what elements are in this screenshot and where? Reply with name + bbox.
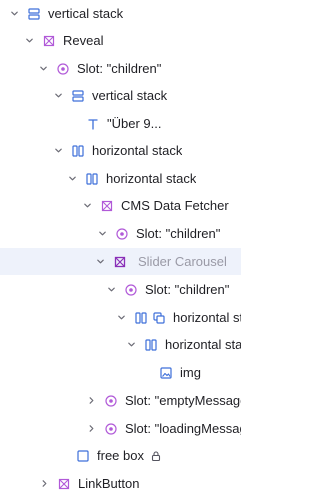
chevron-down-icon[interactable] — [38, 64, 48, 74]
tree-row-slot-children[interactable]: Slot: "children" — [0, 276, 241, 303]
tree-row-label: free box — [97, 448, 144, 463]
tree-row-vertical-stack[interactable]: vertical stack — [0, 82, 241, 109]
chevron-right-icon[interactable] — [86, 424, 96, 434]
lock-icon[interactable] — [150, 450, 162, 462]
slot-icon — [124, 283, 138, 297]
chevron-down-icon[interactable] — [9, 9, 19, 19]
tree-row-label: Slot: "emptyMessage" — [125, 393, 241, 408]
tree-row-free-box[interactable]: free box — [0, 442, 241, 469]
horizontal-stack-icon — [71, 144, 85, 158]
tree-row-vertical-stack[interactable]: vertical stack — [0, 0, 241, 27]
chevron-down-icon[interactable] — [95, 257, 105, 267]
tree-row-label: "Über 9... — [107, 116, 162, 131]
chevron-down-icon[interactable] — [126, 340, 136, 350]
vertical-stack-icon — [71, 89, 85, 103]
tree-row-horizontal-stack[interactable]: horizontal stack — [0, 137, 241, 164]
horizontal-stack-icon — [85, 172, 99, 186]
tree-row-label: Slot: "children" — [145, 282, 230, 297]
tree-row-label: horizontal stack — [92, 143, 183, 158]
component-icon — [100, 199, 114, 213]
tree-row-label: horizontal stack — [106, 171, 197, 186]
tree-row-cms-data-fetcher[interactable]: CMS Data Fetcher — [0, 192, 241, 219]
tree-row-label: vertical stack — [48, 6, 124, 21]
tree-row-text[interactable]: "Über 9... — [0, 110, 241, 137]
chevron-down-icon[interactable] — [106, 285, 116, 295]
chevron-down-icon[interactable] — [67, 174, 77, 184]
component-icon — [113, 255, 127, 269]
slot-icon — [115, 227, 129, 241]
tree-row-link-button[interactable]: LinkButton — [0, 470, 241, 497]
tree-row-slider-carousel[interactable]: Slider Carousel — [0, 248, 241, 275]
tree-row-label: Slot: "loadingMessage" — [125, 421, 241, 436]
tree-row-horizontal-stack-repeated[interactable]: horizontal stack — [0, 304, 241, 331]
tree-row-reveal[interactable]: Reveal — [0, 27, 241, 54]
tree-row-slot-empty-message[interactable]: Slot: "emptyMessage" — [0, 387, 241, 414]
slot-icon — [104, 422, 118, 436]
tree-row-slot-children[interactable]: Slot: "children" — [0, 55, 241, 82]
chevron-down-icon[interactable] — [82, 201, 92, 211]
horizontal-stack-icon — [144, 338, 158, 352]
chevron-down-icon[interactable] — [53, 146, 63, 156]
slot-icon — [104, 394, 118, 408]
slot-icon — [56, 62, 70, 76]
tree-row-slot-loading-message[interactable]: Slot: "loadingMessage" — [0, 415, 241, 442]
tree-row-label: Slot: "children" — [136, 226, 221, 241]
chevron-down-icon[interactable] — [116, 313, 126, 323]
tree-row-horizontal-stack[interactable]: horizontal stack — [0, 165, 241, 192]
chevron-down-icon[interactable] — [97, 229, 107, 239]
chevron-right-icon[interactable] — [39, 479, 49, 489]
tree-row-label: Slot: "children" — [77, 61, 162, 76]
image-icon — [159, 366, 173, 380]
repeat-icon — [152, 311, 166, 325]
tree-row-label: Reveal — [63, 33, 104, 48]
chevron-right-icon[interactable] — [86, 396, 96, 406]
tree-row-label: img — [180, 365, 201, 380]
tree-row-label: Slider Carousel — [138, 254, 227, 269]
component-icon — [57, 477, 71, 491]
tree-row-label: LinkButton — [78, 476, 140, 491]
tree-row-img[interactable]: img — [0, 359, 241, 386]
free-box-icon — [76, 449, 90, 463]
vertical-stack-icon — [27, 7, 41, 21]
tree-row-slot-children[interactable]: Slot: "children" — [0, 220, 241, 247]
text-icon — [86, 117, 100, 131]
element-tree: vertical stack Reveal Slot: "children" v… — [0, 0, 241, 500]
tree-row-label: CMS Data Fetcher — [121, 198, 229, 213]
tree-row-label: vertical stack — [92, 88, 168, 103]
horizontal-stack-icon — [134, 311, 148, 325]
component-icon — [42, 34, 56, 48]
tree-row-label: horizontal stack — [165, 337, 241, 352]
tree-row-horizontal-stack[interactable]: horizontal stack — [0, 331, 241, 358]
chevron-down-icon[interactable] — [53, 91, 63, 101]
chevron-down-icon[interactable] — [24, 36, 34, 46]
tree-row-label: horizontal stack — [173, 310, 241, 325]
